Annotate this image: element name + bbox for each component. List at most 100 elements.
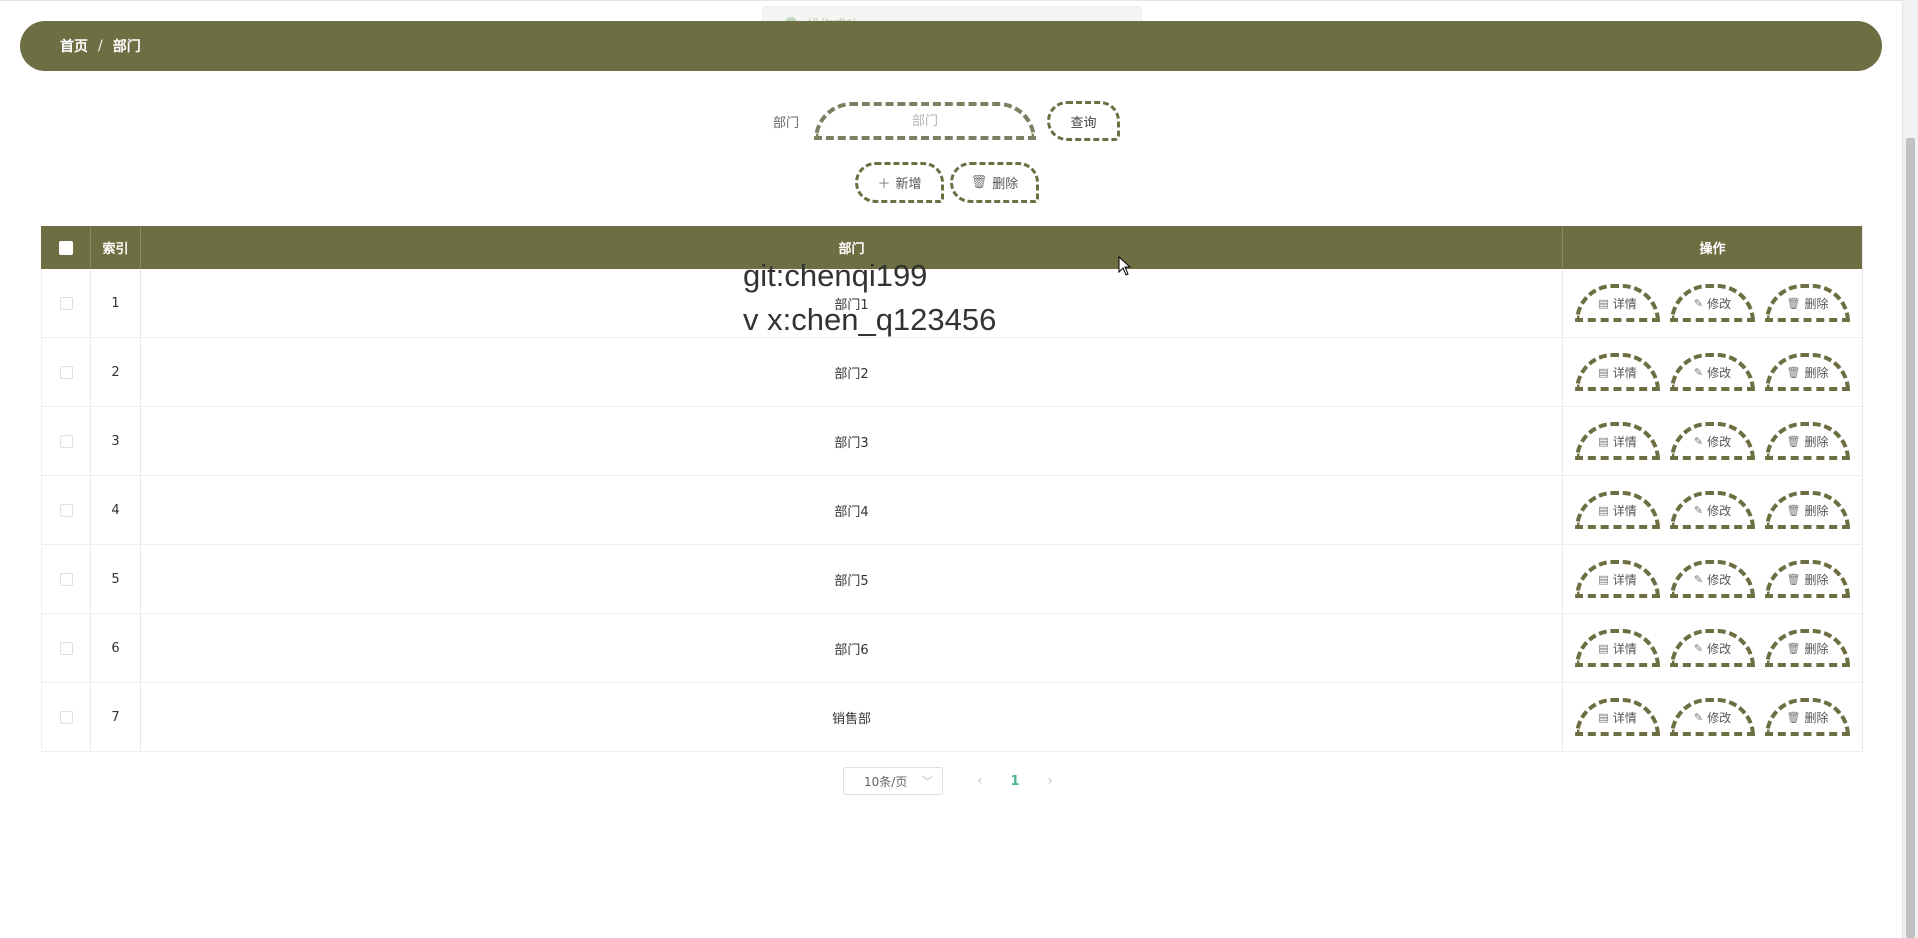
detail-button[interactable]: ▤ 详情 [1575, 422, 1660, 460]
row-checkbox[interactable] [59, 365, 73, 379]
edit-button[interactable]: ✎ 修改 [1670, 422, 1755, 460]
row-checkbox[interactable] [59, 572, 73, 586]
detail-label: 详情 [1612, 572, 1637, 587]
edit-label: 修改 [1707, 503, 1732, 518]
pencil-icon: ✎ [1693, 434, 1704, 448]
document-icon: ▤ [1598, 365, 1609, 379]
trash-icon: 🗑 [1786, 710, 1801, 724]
row-index: 1 [91, 269, 141, 337]
trash-icon: 🗑 [1786, 365, 1801, 379]
delete-button[interactable]: 🗑 删除 [1765, 353, 1850, 391]
trash-icon: 🗑 [1786, 572, 1801, 586]
pencil-icon: ✎ [1693, 710, 1704, 724]
add-button[interactable]: ＋ 新增 [855, 162, 944, 203]
delete-label: 删除 [1804, 641, 1829, 656]
document-icon: ▤ [1598, 641, 1609, 655]
row-name: 部门6 [141, 614, 1563, 682]
edit-button[interactable]: ✎ 修改 [1670, 629, 1755, 667]
scrollbar-thumb[interactable] [1906, 138, 1915, 938]
breadcrumb: 首页 / 部门 [20, 21, 1882, 71]
batch-delete-label: 删除 [992, 177, 1019, 192]
mouse-cursor-icon [1118, 256, 1132, 276]
row-checkbox-cell [41, 614, 91, 682]
edit-label: 修改 [1707, 365, 1732, 380]
edit-button[interactable]: ✎ 修改 [1670, 353, 1755, 391]
row-ops: ▤ 详情 ✎ 修改 🗑 删除 [1563, 614, 1863, 682]
row-checkbox[interactable] [59, 710, 73, 724]
table-row: 3 部门3 ▤ 详情 ✎ 修改 🗑 删除 [41, 407, 1863, 476]
row-index: 5 [91, 545, 141, 613]
edit-button[interactable]: ✎ 修改 [1670, 560, 1755, 598]
delete-button[interactable]: 🗑 删除 [1765, 284, 1850, 322]
row-checkbox[interactable] [59, 641, 73, 655]
search-input[interactable] [814, 102, 1036, 140]
prev-page-button[interactable]: ‹ [965, 773, 995, 789]
delete-label: 删除 [1804, 296, 1829, 311]
breadcrumb-home[interactable]: 首页 [60, 36, 88, 56]
select-all-checkbox[interactable] [58, 240, 73, 255]
page-size-value: 10条/页 [864, 774, 908, 789]
header-index: 索引 [91, 226, 141, 269]
detail-button[interactable]: ▤ 详情 [1575, 560, 1660, 598]
pencil-icon: ✎ [1693, 296, 1704, 310]
detail-button[interactable]: ▤ 详情 [1575, 284, 1660, 322]
edit-button[interactable]: ✎ 修改 [1670, 284, 1755, 322]
delete-button[interactable]: 🗑 删除 [1765, 422, 1850, 460]
page-size-select[interactable]: 10条/页 ﹀ [843, 767, 943, 795]
delete-button[interactable]: 🗑 删除 [1765, 629, 1850, 667]
row-checkbox[interactable] [59, 503, 73, 517]
detail-label: 详情 [1612, 434, 1637, 449]
page-scrollbar[interactable] [1902, 0, 1918, 938]
row-checkbox[interactable] [59, 296, 73, 310]
row-checkbox-cell [41, 545, 91, 613]
delete-button[interactable]: 🗑 删除 [1765, 560, 1850, 598]
row-ops: ▤ 详情 ✎ 修改 🗑 删除 [1563, 545, 1863, 613]
delete-label: 删除 [1804, 503, 1829, 518]
detail-button[interactable]: ▤ 详情 [1575, 353, 1660, 391]
document-icon: ▤ [1598, 710, 1609, 724]
document-icon: ▤ [1598, 503, 1609, 517]
edit-label: 修改 [1707, 710, 1732, 725]
row-checkbox[interactable] [59, 434, 73, 448]
row-index: 7 [91, 683, 141, 751]
pencil-icon: ✎ [1693, 365, 1704, 379]
pagination: 10条/页 ﹀ ‹ 1 › [843, 767, 1065, 795]
detail-button[interactable]: ▤ 详情 [1575, 491, 1660, 529]
row-checkbox-cell [41, 407, 91, 475]
detail-label: 详情 [1612, 641, 1637, 656]
pencil-icon: ✎ [1693, 503, 1704, 517]
breadcrumb-separator: / [98, 38, 103, 54]
row-name: 部门3 [141, 407, 1563, 475]
detail-button[interactable]: ▤ 详情 [1575, 629, 1660, 667]
edit-button[interactable]: ✎ 修改 [1670, 491, 1755, 529]
pencil-icon: ✎ [1693, 641, 1704, 655]
document-icon: ▤ [1598, 296, 1609, 310]
delete-button[interactable]: 🗑 删除 [1765, 491, 1850, 529]
top-border [0, 0, 1902, 1]
detail-button[interactable]: ▤ 详情 [1575, 698, 1660, 736]
detail-label: 详情 [1612, 503, 1637, 518]
row-checkbox-cell [41, 338, 91, 406]
edit-button[interactable]: ✎ 修改 [1670, 698, 1755, 736]
detail-label: 详情 [1612, 365, 1637, 380]
table-row: 5 部门5 ▤ 详情 ✎ 修改 🗑 删除 [41, 545, 1863, 614]
batch-delete-button[interactable]: 🗑 删除 [950, 162, 1039, 203]
table-row: 2 部门2 ▤ 详情 ✎ 修改 🗑 删除 [41, 338, 1863, 407]
header-ops: 操作 [1563, 226, 1863, 269]
trash-icon: 🗑 [1786, 641, 1801, 655]
row-ops: ▤ 详情 ✎ 修改 🗑 删除 [1563, 338, 1863, 406]
row-ops: ▤ 详情 ✎ 修改 🗑 删除 [1563, 476, 1863, 544]
row-name: 部门5 [141, 545, 1563, 613]
row-index: 2 [91, 338, 141, 406]
row-ops: ▤ 详情 ✎ 修改 🗑 删除 [1563, 269, 1863, 337]
delete-label: 删除 [1804, 365, 1829, 380]
add-button-label: 新增 [895, 177, 922, 192]
row-ops: ▤ 详情 ✎ 修改 🗑 删除 [1563, 407, 1863, 475]
current-page[interactable]: 1 [995, 774, 1035, 789]
row-name: 部门4 [141, 476, 1563, 544]
next-page-button[interactable]: › [1035, 773, 1065, 789]
query-button[interactable]: 查询 [1047, 101, 1120, 141]
delete-button[interactable]: 🗑 删除 [1765, 698, 1850, 736]
trash-icon: 🗑 [1786, 296, 1801, 310]
trash-icon: 🗑 [970, 175, 988, 190]
